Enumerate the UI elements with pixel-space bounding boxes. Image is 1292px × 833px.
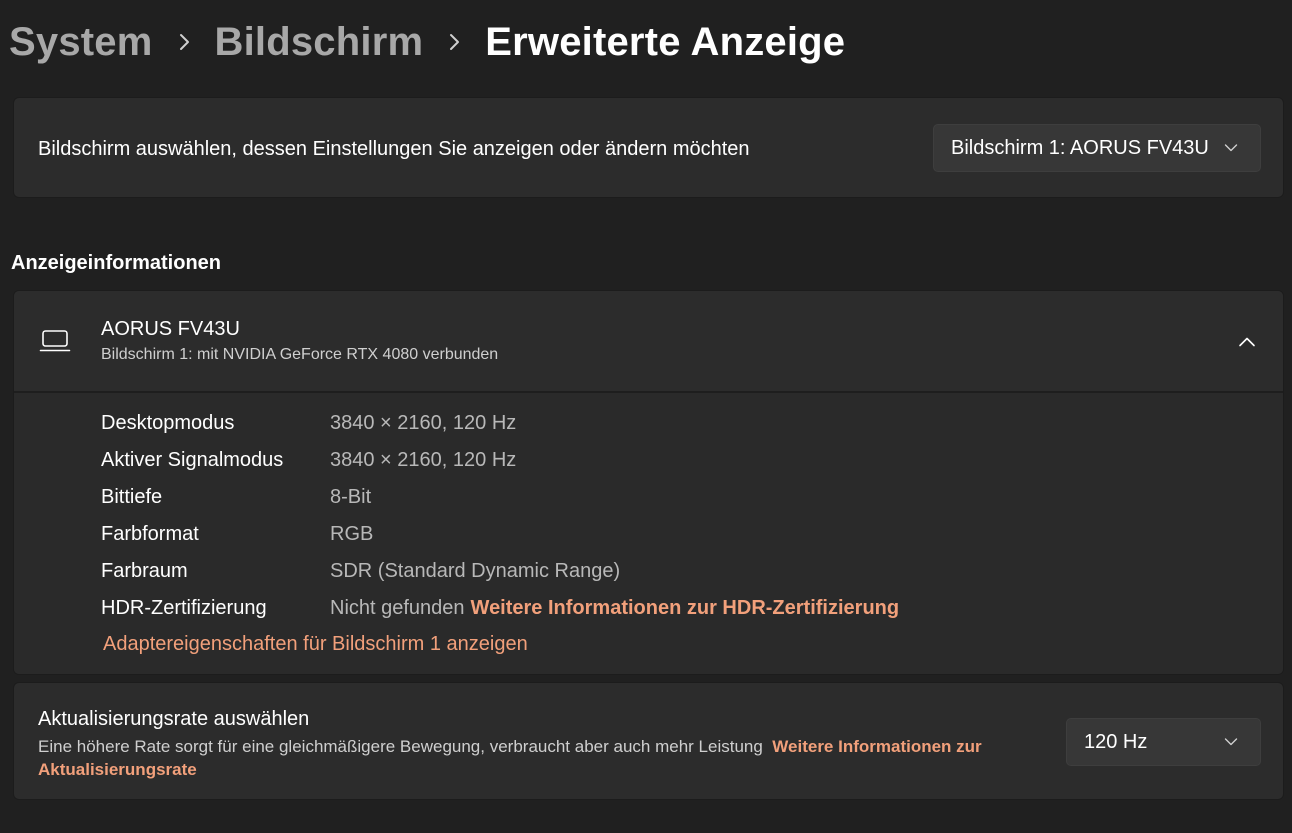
chevron-up-icon bbox=[1239, 337, 1255, 346]
chevron-down-icon bbox=[1224, 144, 1238, 152]
info-label: Farbraum bbox=[101, 559, 188, 582]
info-label: Bittiefe bbox=[101, 485, 163, 508]
info-value: Nicht gefunden bbox=[330, 596, 465, 619]
adapter-properties-link[interactable]: Adaptereigenschaften für Bildschirm 1 an… bbox=[103, 633, 528, 656]
display-info-header[interactable]: AORUS FV43U Bildschirm 1: mit NVIDIA GeF… bbox=[14, 291, 1283, 393]
select-display-label: Bildschirm auswählen, dessen Einstellung… bbox=[38, 138, 750, 160]
info-row-desktop-mode: Desktopmodus 3840 × 2160, 120 Hz bbox=[101, 408, 516, 438]
laptop-icon bbox=[39, 330, 71, 352]
info-row-bit-depth: Bittiefe 8-Bit bbox=[101, 482, 371, 512]
breadcrumb-item-system[interactable]: System bbox=[9, 20, 153, 65]
collapse-button[interactable] bbox=[1229, 323, 1265, 359]
display-name: AORUS FV43U bbox=[101, 318, 240, 340]
display-select-value: Bildschirm 1: AORUS FV43U bbox=[951, 136, 1209, 159]
refresh-rate-card: Aktualisierungsrate auswählen Eine höher… bbox=[13, 682, 1284, 800]
info-label: Desktopmodus bbox=[101, 411, 235, 434]
display-info-card: AORUS FV43U Bildschirm 1: mit NVIDIA GeF… bbox=[13, 290, 1284, 675]
refresh-rate-title: Aktualisierungsrate auswählen bbox=[38, 708, 310, 730]
info-value: RGB bbox=[330, 522, 374, 545]
breadcrumb: System Bildschirm Erweiterte Anzeige bbox=[9, 14, 845, 70]
display-info-section-title: Anzeigeinformationen bbox=[11, 252, 222, 274]
chevron-down-icon bbox=[1224, 738, 1238, 746]
page-title: Erweiterte Anzeige bbox=[485, 19, 846, 64]
info-value: SDR (Standard Dynamic Range) bbox=[330, 559, 621, 582]
display-connection-info: Bildschirm 1: mit NVIDIA GeForce RTX 408… bbox=[101, 346, 499, 363]
breadcrumb-item-bildschirm[interactable]: Bildschirm bbox=[215, 20, 424, 65]
info-row-color-format: Farbformat RGB bbox=[101, 519, 373, 549]
info-value: 8-Bit bbox=[330, 485, 372, 508]
chevron-right-icon bbox=[423, 22, 485, 62]
refresh-rate-description-text: Eine höhere Rate sorgt für eine gleichmä… bbox=[38, 737, 763, 756]
select-display-card: Bildschirm auswählen, dessen Einstellung… bbox=[13, 97, 1284, 198]
info-value: 3840 × 2160, 120 Hz bbox=[330, 448, 517, 471]
info-label: HDR-Zertifizierung bbox=[101, 596, 267, 619]
hdr-certification-link[interactable]: Weitere Informationen zur HDR-Zertifizie… bbox=[471, 597, 900, 620]
info-label: Aktiver Signalmodus bbox=[101, 448, 284, 471]
chevron-right-icon bbox=[153, 22, 215, 62]
info-label: Farbformat bbox=[101, 522, 199, 545]
display-select-dropdown[interactable]: Bildschirm 1: AORUS FV43U bbox=[933, 124, 1261, 172]
info-row-hdr-certification: HDR-Zertifizierung Nicht gefunden Weiter… bbox=[101, 593, 899, 623]
refresh-rate-value: 120 Hz bbox=[1084, 730, 1148, 753]
refresh-rate-description: Eine höhere Rate sorgt für eine gleichmä… bbox=[38, 735, 1028, 781]
info-row-color-space: Farbraum SDR (Standard Dynamic Range) bbox=[101, 556, 620, 586]
refresh-rate-dropdown[interactable]: 120 Hz bbox=[1066, 718, 1261, 766]
display-info-details: Desktopmodus 3840 × 2160, 120 Hz Aktiver… bbox=[14, 393, 1283, 674]
info-row-active-signal-mode: Aktiver Signalmodus 3840 × 2160, 120 Hz bbox=[101, 445, 516, 475]
info-value: 3840 × 2160, 120 Hz bbox=[330, 411, 517, 434]
